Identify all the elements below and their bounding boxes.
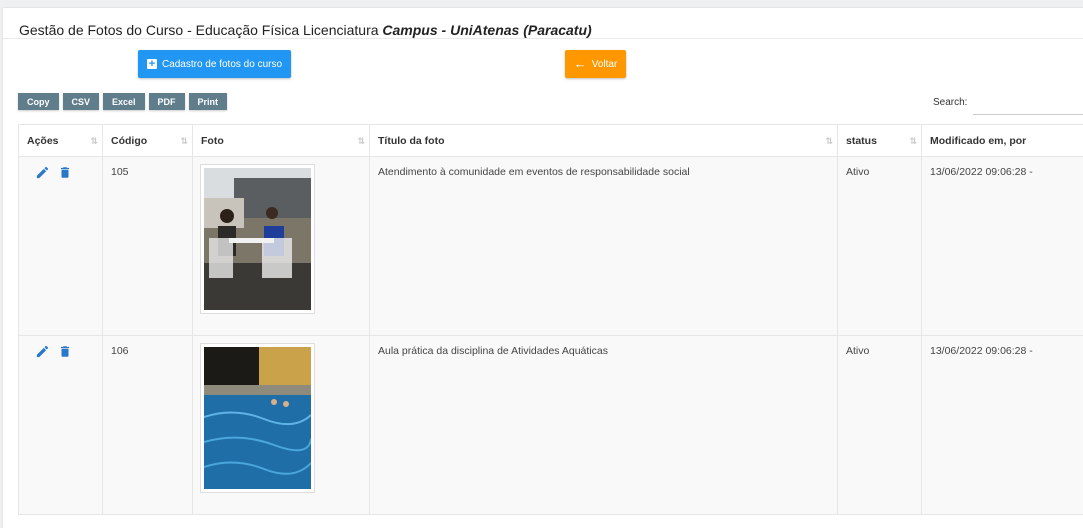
sort-icon: ⇅: [357, 136, 363, 147]
edit-pencil-icon[interactable]: [35, 344, 50, 362]
plus-square-icon: +: [147, 59, 157, 69]
sort-icon: ⇅: [825, 136, 831, 147]
cell-modificado: 13/06/2022 09:06:28 -: [922, 336, 1083, 515]
column-header-acoes[interactable]: Ações⇅: [19, 125, 103, 157]
export-toolbar: Copy CSV Excel PDF Print: [18, 93, 227, 110]
row-actions: [19, 157, 103, 336]
csv-button[interactable]: CSV: [63, 93, 100, 110]
title-divider: [3, 38, 1083, 39]
photo-thumbnail[interactable]: [200, 164, 315, 314]
table-header-row: Ações⇅ Código⇅ Foto⇅ Título da foto⇅ sta…: [19, 125, 1083, 157]
back-button[interactable]: ← Voltar: [565, 50, 626, 78]
sort-icon: ⇅: [909, 136, 915, 147]
photo-thumbnail[interactable]: [200, 343, 315, 493]
cell-foto: [193, 157, 370, 336]
table-row: 105: [19, 157, 1083, 336]
table-row: 106: [19, 336, 1083, 515]
cell-modificado: 13/06/2022 09:06:28 -: [922, 157, 1083, 336]
copy-button[interactable]: Copy: [18, 93, 59, 110]
cell-status: Ativo: [838, 336, 922, 515]
page-title: Gestão de Fotos do Curso - Educação Físi…: [19, 22, 592, 38]
cell-codigo: 106: [103, 336, 193, 515]
add-photo-label: Cadastro de fotos do curso: [162, 59, 282, 70]
trash-icon[interactable]: [58, 165, 72, 183]
column-header-modificado[interactable]: Modificado em, por⇅: [922, 125, 1083, 157]
search-label: Search:: [933, 97, 967, 108]
arrow-left-icon: ←: [574, 59, 587, 69]
add-photo-button[interactable]: + Cadastro de fotos do curso: [138, 50, 291, 78]
sort-icon: ⇅: [180, 136, 186, 147]
column-header-status[interactable]: status⇅: [838, 125, 922, 157]
cell-codigo: 105: [103, 157, 193, 336]
cell-titulo: Aula prática da disciplina de Atividades…: [370, 336, 838, 515]
column-header-foto[interactable]: Foto⇅: [193, 125, 370, 157]
column-header-codigo[interactable]: Código⇅: [103, 125, 193, 157]
sort-icon: ⇅: [90, 136, 96, 147]
cell-foto: [193, 336, 370, 515]
excel-button[interactable]: Excel: [103, 93, 145, 110]
column-header-titulo[interactable]: Título da foto⇅: [370, 125, 838, 157]
photos-table: Ações⇅ Código⇅ Foto⇅ Título da foto⇅ sta…: [18, 124, 1083, 515]
row-actions: [19, 336, 103, 515]
search-input[interactable]: [973, 92, 1083, 115]
cell-status: Ativo: [838, 157, 922, 336]
campus-name: Campus - UniAtenas (Paracatu): [382, 22, 591, 38]
pdf-button[interactable]: PDF: [149, 93, 185, 110]
content-card: Gestão de Fotos do Curso - Educação Físi…: [3, 8, 1083, 528]
edit-pencil-icon[interactable]: [35, 165, 50, 183]
back-label: Voltar: [592, 59, 618, 70]
trash-icon[interactable]: [58, 344, 72, 362]
print-button[interactable]: Print: [189, 93, 228, 110]
page-title-text: Gestão de Fotos do Curso - Educação Físi…: [19, 22, 379, 38]
cell-titulo: Atendimento à comunidade em eventos de r…: [370, 157, 838, 336]
